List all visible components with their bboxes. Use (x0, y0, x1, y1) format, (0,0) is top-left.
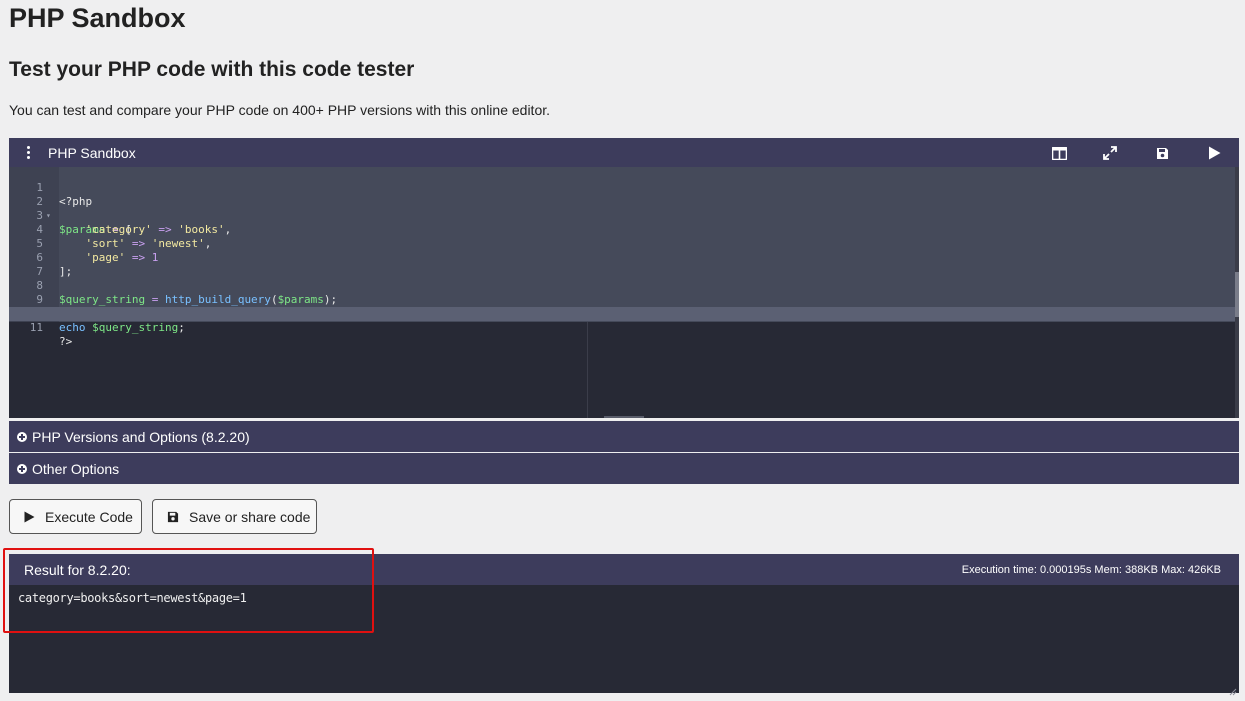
result-output-area[interactable]: category=books&sort=newest&page=1 (9, 585, 1239, 696)
code-line: 6 ]; (36, 251, 73, 278)
execute-code-button[interactable]: Execute Code (9, 499, 142, 534)
result-header: Result for 8.2.20: Execution time: 0.000… (9, 554, 1239, 585)
floppy-disk-icon (167, 511, 179, 523)
code-line: 7 (36, 265, 43, 278)
other-options-label: Other Options (32, 461, 120, 477)
code-content[interactable]: 1 <?php 2 ▾ $params = [ 3 'category' => … (9, 167, 1235, 348)
plus-circle-icon (17, 432, 27, 442)
page-subtitle: Test your PHP code with this code tester (9, 58, 415, 81)
editor-toolbar: PHP Sandbox (9, 138, 1239, 167)
split-view-icon[interactable] (1050, 144, 1068, 162)
editor-scrollbar[interactable] (1235, 167, 1239, 418)
editor-title: PHP Sandbox (48, 145, 136, 161)
code-line: 5 'page' => 1 (36, 237, 159, 264)
execute-code-label: Execute Code (45, 508, 133, 525)
editor-split-divider (587, 322, 588, 418)
execution-stats: Execution time: 0.000195s Mem: 388KB Max… (961, 564, 1221, 576)
save-icon[interactable] (1153, 144, 1171, 162)
code-line: 1 <?php (36, 181, 93, 208)
editor-resize-handle[interactable] (604, 416, 644, 418)
page-description: You can test and compare your PHP code o… (9, 102, 551, 118)
code-editor[interactable]: PHP Sandbox 1 <?php 2 ▾ $params = [ 3 'c… (9, 138, 1239, 418)
result-output-text: category=books&sort=newest&page=1 (18, 591, 247, 605)
play-icon (24, 511, 35, 523)
php-versions-accordion[interactable]: PHP Versions and Options (8.2.20) (9, 421, 1239, 452)
code-line: 2 ▾ $params = [ (36, 195, 132, 236)
plus-circle-icon (17, 464, 27, 474)
other-options-accordion[interactable]: Other Options (9, 453, 1239, 484)
editor-menu-icon[interactable] (21, 144, 35, 160)
code-line: 4 'sort' => 'newest', (36, 223, 212, 250)
save-share-label: Save or share code (189, 508, 311, 525)
code-line-active: 11 ?> (9, 307, 1235, 348)
run-icon[interactable] (1205, 144, 1223, 162)
page-title: PHP Sandbox (9, 3, 186, 33)
code-line: 9 (36, 293, 43, 306)
save-share-button[interactable]: Save or share code (152, 499, 317, 534)
code-line: 10 echo $query_string; (30, 307, 185, 334)
code-line: 3 'category' => 'books', (36, 209, 232, 236)
result-title: Result for 8.2.20: (24, 562, 131, 578)
expand-icon[interactable] (1101, 144, 1119, 162)
php-versions-label: PHP Versions and Options (8.2.20) (32, 429, 250, 445)
resize-grip-icon[interactable] (1229, 683, 1237, 696)
code-line: 8 $query_string = http_build_query($para… (36, 279, 338, 306)
